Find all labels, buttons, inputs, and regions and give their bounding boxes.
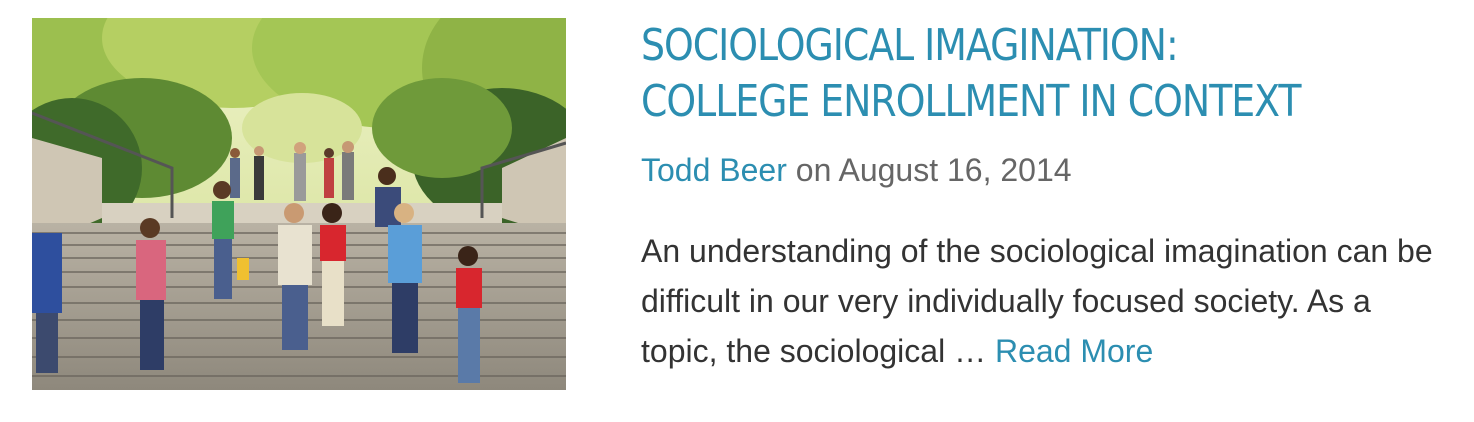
date-prefix: on	[795, 152, 832, 188]
post-thumbnail-link[interactable]	[32, 18, 566, 390]
post-byline: Todd Beer on August 16, 2014	[641, 148, 1072, 192]
post-date: August 16, 2014	[838, 152, 1072, 188]
read-more-link[interactable]: Read More	[995, 333, 1153, 369]
post-title-link[interactable]: Sociological Imagination: College Enroll…	[641, 18, 1329, 130]
post-excerpt: An understanding of the sociological ima…	[641, 226, 1441, 376]
author-link[interactable]: Todd Beer	[641, 152, 787, 188]
students-on-stairs-photo	[32, 18, 566, 390]
blog-post-card: Sociological Imagination: College Enroll…	[0, 0, 1474, 422]
excerpt-ellipsis: …	[954, 333, 987, 369]
